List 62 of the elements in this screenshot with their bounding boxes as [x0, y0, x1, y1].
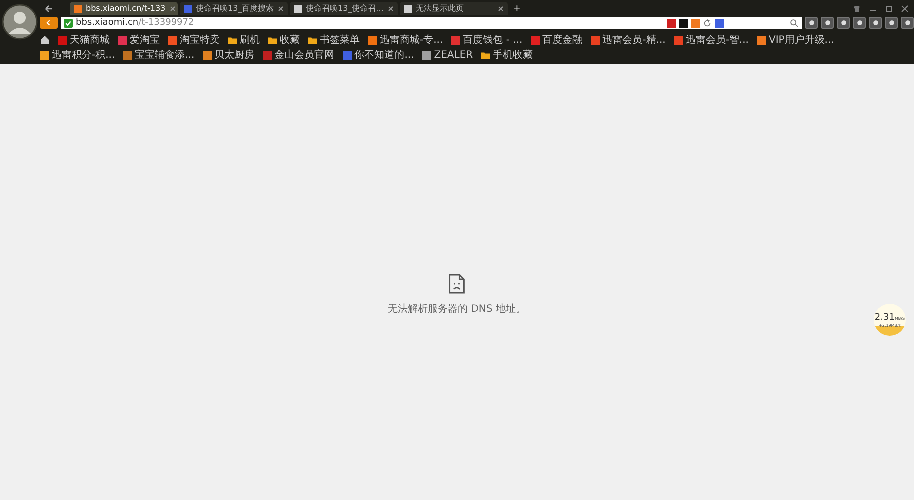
maximize-icon[interactable] [884, 4, 894, 14]
circle-icon [872, 19, 880, 27]
toolbar-button[interactable] [901, 17, 914, 29]
search-engine-icon[interactable] [715, 18, 724, 28]
toolbar-button[interactable] [853, 17, 866, 29]
browser-tab[interactable]: 使命召唤13_使命召... [290, 2, 398, 15]
toolbar-button[interactable] [885, 17, 898, 29]
chevron-left-icon [45, 19, 53, 27]
sad-document-icon [448, 274, 466, 294]
url-text: bbs.xiaomi.cn/t-13399972 [76, 18, 194, 28]
browser-tab[interactable]: 使命召唤13_百度搜索 [180, 2, 288, 15]
bookmark[interactable]: 天猫商城 [58, 33, 110, 47]
circle-icon [888, 19, 896, 27]
address-bar[interactable]: bbs.xiaomi.cn/t-13399972 [61, 17, 802, 29]
close-icon[interactable] [900, 4, 910, 14]
bookmark[interactable]: 金山会员官网 [262, 48, 335, 62]
search-icon[interactable] [790, 18, 799, 28]
bookmark[interactable]: 刷机 [228, 33, 260, 47]
bookmark[interactable]: VIP用户升级... [756, 33, 834, 47]
bookmark[interactable]: 迅雷积分-积... [40, 48, 116, 62]
close-icon[interactable] [498, 6, 504, 12]
close-icon[interactable] [278, 6, 284, 12]
toolbar-button[interactable] [805, 17, 818, 29]
shirt-icon[interactable] [852, 4, 862, 14]
circle-icon [904, 19, 912, 27]
bookmark[interactable]: 百度钱包 - ... [451, 33, 523, 47]
folder-icon [481, 50, 490, 60]
bookmark[interactable]: 百度金融 [530, 33, 583, 47]
folder-icon [268, 36, 277, 44]
back-button[interactable] [40, 17, 58, 29]
error-message: 无法解析服务器的 DNS 地址。 [388, 302, 526, 316]
bookmark[interactable]: 迅雷会员-精... [590, 33, 666, 47]
toolbar-button[interactable] [837, 17, 850, 29]
back-arrow-icon[interactable] [44, 4, 54, 14]
bookmark[interactable]: 迅雷商城-专... [368, 33, 444, 47]
bookmark[interactable]: 迅雷会员-智... [674, 33, 749, 47]
browser-tab[interactable]: bbs.xiaomi.cn/t-133 [70, 2, 178, 15]
bookmark[interactable]: 爱淘宝 [118, 33, 160, 47]
bookmark[interactable]: 收藏 [268, 33, 300, 47]
bookmark[interactable]: ZEALER [422, 50, 474, 60]
bookmark[interactable]: 手机收藏 [481, 48, 534, 62]
circle-icon [808, 19, 816, 27]
folder-icon [308, 36, 317, 44]
toolbar-button[interactable] [869, 17, 882, 29]
circle-icon [856, 19, 864, 27]
toolbar-button[interactable] [821, 17, 834, 29]
bookmark[interactable]: 书签菜单 [308, 33, 360, 47]
bookmark[interactable]: 你不知道的... [342, 48, 414, 62]
new-tab-button[interactable]: + [510, 3, 524, 15]
close-icon[interactable] [170, 6, 176, 12]
speed-value: 2.31 [874, 312, 895, 322]
circle-icon [840, 19, 848, 27]
reload-icon[interactable] [703, 18, 712, 28]
bookmark[interactable]: 贝太厨房 [202, 48, 255, 62]
circle-icon [824, 19, 832, 27]
bookmark[interactable]: 宝宝辅食添... [123, 48, 195, 62]
home-icon[interactable] [40, 35, 50, 45]
browser-tab[interactable]: 无法显示此页 [400, 2, 508, 15]
avatar-icon[interactable] [2, 4, 38, 40]
close-icon[interactable] [388, 6, 394, 12]
folder-icon [228, 36, 237, 44]
bookmark[interactable]: 淘宝特卖 [168, 33, 220, 47]
